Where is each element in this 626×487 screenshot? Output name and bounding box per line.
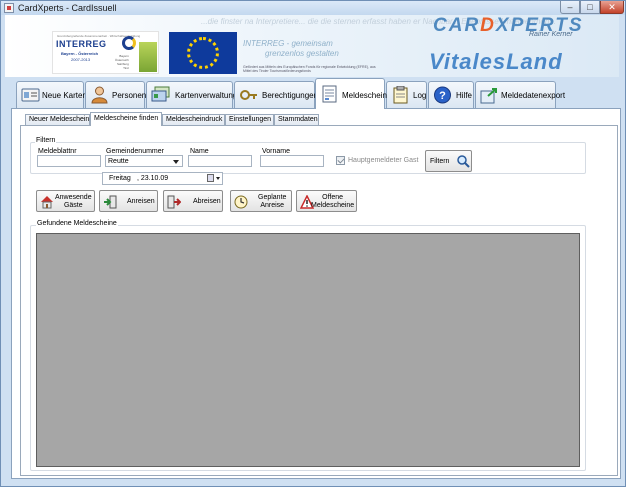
- clipboard-icon: [393, 86, 408, 104]
- eu-flag-icon: [169, 32, 237, 74]
- chevron-down-icon: [173, 160, 179, 164]
- tab-meldeschein[interactable]: Meldeschein: [315, 78, 387, 109]
- anwesende-gaeste-button[interactable]: Anwesende Gäste: [36, 190, 95, 212]
- interreg-subtitle: Bayern - Österreich: [61, 51, 99, 56]
- interreg-region-list: Bayern Österreich Salzburg Tirol: [115, 54, 129, 70]
- interreg-map-icon: [139, 42, 157, 72]
- eu-stars-icon: [187, 37, 219, 69]
- geplante-anreise-label: Geplante Anreise: [258, 194, 287, 209]
- filter-button[interactable]: Filtern: [425, 150, 472, 172]
- house-icon: [41, 196, 53, 209]
- tab-label: Log: [413, 91, 427, 100]
- interreg-ring-icon: [122, 36, 136, 50]
- tab-label: Personen: [112, 91, 147, 100]
- tab-personen[interactable]: Personen: [85, 81, 147, 108]
- tab-label: Meldedatenexport: [501, 91, 566, 100]
- vorname-input[interactable]: [260, 155, 324, 167]
- gemeindenummer-select[interactable]: Reutte: [105, 155, 183, 167]
- results-grid[interactable]: [36, 233, 580, 467]
- close-button[interactable]: ✕: [600, 1, 624, 14]
- interreg-logo: Grenzübergreifende Zusammenarbeit · Wirt…: [52, 31, 159, 74]
- card-icon: [21, 88, 40, 102]
- filter-button-label: Filtern: [430, 158, 450, 165]
- main-window: CardXperts - CardIssuell – □ ✕ ...die fi…: [0, 0, 626, 487]
- person-icon: [91, 86, 108, 104]
- tab-kartenverwaltung[interactable]: Kartenverwaltung: [146, 81, 237, 108]
- tab-log[interactable]: Log: [386, 81, 427, 108]
- name-input[interactable]: [188, 155, 252, 167]
- depart-icon: [167, 195, 181, 209]
- subtab-einstellungen[interactable]: Einstellungen: [225, 114, 274, 125]
- tab-label: Berechtigungen: [262, 91, 319, 100]
- tab-neue-karten[interactable]: Neue Karten: [16, 81, 87, 108]
- clock-icon: [234, 195, 248, 209]
- header-banner: ...die finster na Interpretiere... die d…: [5, 15, 619, 77]
- anreisen-label: Anreisen: [127, 198, 155, 205]
- date-day: Freitag: [109, 175, 131, 182]
- geplante-anreise-button[interactable]: Geplante Anreise: [230, 190, 292, 212]
- interreg-caption-line1: INTERREG - gemeinsam: [243, 39, 333, 48]
- gemeindenummer-label: Gemeindenummer: [106, 148, 164, 155]
- interreg-caption: INTERREG - gemeinsam grenzenlos gestalte…: [243, 39, 339, 59]
- vorname-label: Vorname: [262, 148, 291, 155]
- svg-text:?: ?: [439, 90, 446, 102]
- interreg-caption-line2: grenzenlos gestalten: [265, 49, 339, 58]
- chevron-down-icon: [216, 177, 220, 180]
- name-label: Name: [190, 148, 209, 155]
- subtab-meldescheindruck[interactable]: Meldescheindruck: [162, 114, 225, 125]
- hauptgemeldet-checkbox[interactable]: [336, 156, 345, 165]
- anwesende-gaeste-label: Anwesende Gäste: [55, 194, 92, 209]
- meldeblattnr-label: Meldeblattnr: [38, 148, 77, 155]
- offene-meldescheine-button[interactable]: Offene Meldescheine: [296, 190, 357, 212]
- abreisen-label: Abreisen: [193, 198, 221, 205]
- minimize-button[interactable]: –: [560, 1, 580, 14]
- document-icon: [322, 85, 337, 103]
- funding-note: Gefördert aus Mitteln des Europäischen F…: [243, 65, 376, 73]
- calendar-icon: [207, 174, 214, 182]
- tab-label: Meldeschein: [342, 91, 387, 100]
- cards-stack-icon: [151, 86, 170, 102]
- subtab-neuer-meldeschein[interactable]: Neuer Meldeschein: [25, 114, 90, 125]
- tab-label: Kartenverwaltung: [175, 91, 238, 100]
- title-bar[interactable]: CardXperts - CardIssuell – □ ✕: [1, 1, 625, 15]
- interreg-years: 2007-2013: [71, 57, 91, 62]
- key-icon: [240, 90, 257, 100]
- tab-hilfe[interactable]: ? Hilfe: [428, 81, 474, 108]
- interreg-title: INTERREG: [56, 39, 107, 49]
- results-group-title: Gefundene Meldescheine: [36, 220, 118, 227]
- date-picker[interactable]: Freitag , 23.10.09: [102, 172, 223, 185]
- subtab-stammdaten[interactable]: Stammdaten: [274, 114, 319, 125]
- filter-group-title: Filtern: [35, 137, 57, 144]
- abreisen-button[interactable]: Abreisen: [163, 190, 223, 212]
- tab-berechtigungen[interactable]: Berechtigungen: [234, 81, 319, 108]
- logo-part-a: CAR: [433, 15, 481, 36]
- anreisen-button[interactable]: Anreisen: [99, 190, 158, 212]
- tab-meldedatenexport[interactable]: Meldedatenexport: [475, 81, 565, 108]
- date-value: , 23.10.09: [137, 175, 169, 182]
- gemeindenummer-value: Reutte: [108, 158, 129, 165]
- logo-part-x: D: [480, 15, 496, 36]
- calendar-dropdown-button[interactable]: [207, 174, 221, 183]
- help-icon: ?: [434, 86, 451, 104]
- maximize-button[interactable]: □: [580, 1, 600, 14]
- vitalesland-logo: VitalesLand: [429, 49, 563, 74]
- magnifier-icon: [457, 155, 470, 168]
- tab-label: Hilfe: [456, 91, 473, 100]
- hauptgemeldet-label: Hauptgemeldeter Gast: [348, 157, 419, 164]
- window-title: CardXperts - CardIssuell: [18, 3, 117, 13]
- arrive-icon: [104, 195, 117, 209]
- app-icon: [4, 3, 14, 13]
- subtab-meldescheine-finden[interactable]: Meldescheine finden: [90, 112, 162, 126]
- meldeblattnr-input[interactable]: [37, 155, 101, 167]
- offene-meldescheine-label: Offene Meldescheine: [311, 194, 355, 209]
- export-icon: [480, 88, 497, 104]
- tab-label: Neue Karten: [42, 91, 87, 100]
- logo-subtitle: Rainer Kerner: [529, 31, 573, 38]
